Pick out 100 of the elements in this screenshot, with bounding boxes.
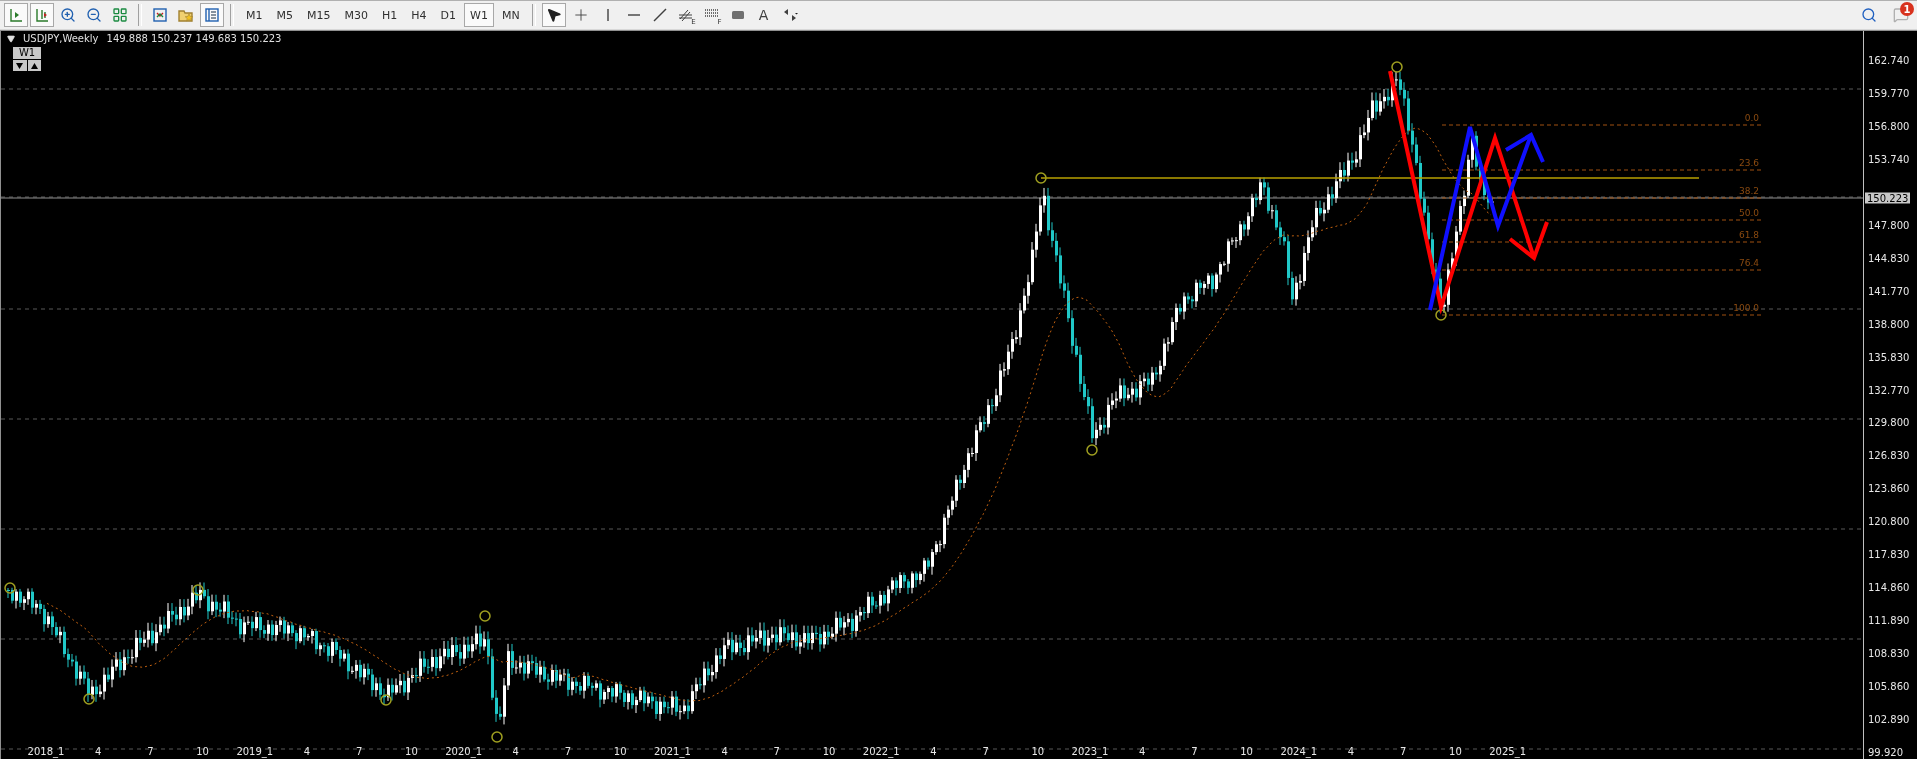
time-axis-label: 7 bbox=[1191, 746, 1198, 757]
navigator-button[interactable] bbox=[200, 3, 224, 27]
time-axis-label: 10 bbox=[405, 746, 418, 757]
down-triangle-icon bbox=[16, 62, 24, 69]
period-up-button[interactable] bbox=[27, 60, 41, 71]
vertical-line-icon bbox=[606, 9, 609, 21]
time-axis-label: 4 bbox=[1139, 746, 1146, 757]
timeframe-button[interactable]: MN bbox=[495, 3, 526, 27]
timeframe-button[interactable]: W1 bbox=[464, 3, 494, 27]
timeframe-button[interactable]: M1 bbox=[240, 3, 269, 27]
fibonacci-level-label: 100.0 bbox=[1733, 303, 1759, 313]
current-price-label: 150.223 bbox=[1865, 192, 1911, 204]
time-axis-label: 7 bbox=[564, 746, 572, 757]
chart-shift-button[interactable] bbox=[4, 3, 28, 27]
price-axis-label: 108.830 bbox=[1868, 647, 1910, 659]
timeframe-button[interactable]: M5 bbox=[270, 3, 299, 27]
timeframe-button[interactable]: M15 bbox=[301, 3, 337, 27]
indicators-icon bbox=[152, 7, 168, 23]
time-axis-label: 4 bbox=[930, 746, 937, 757]
navigator-icon bbox=[204, 7, 220, 23]
notification-badge: 1 bbox=[1900, 2, 1914, 16]
time-axis-label: 2021_1 bbox=[654, 746, 691, 757]
time-axis-label: 7 bbox=[982, 746, 989, 757]
time-axis-label: 4 bbox=[512, 746, 519, 757]
time-axis-label: 2024_1 bbox=[1280, 746, 1318, 757]
fibonacci-level-label: 23.6 bbox=[1738, 158, 1759, 168]
timeframe-button[interactable]: H1 bbox=[376, 3, 404, 27]
swing-point-marker bbox=[1086, 444, 1098, 456]
price-axis-label: 129.800 bbox=[1868, 416, 1910, 428]
tile-windows-icon bbox=[112, 7, 128, 23]
fibonacci-level-label: 38.2 bbox=[1738, 186, 1759, 196]
timeframe-button[interactable]: H4 bbox=[405, 3, 433, 27]
price-axis-label: 135.830 bbox=[1868, 351, 1910, 363]
time-axis-label: 4 bbox=[1347, 746, 1355, 757]
fibonacci-level-label: 61.8 bbox=[1738, 230, 1759, 240]
price-axis-label: 123.860 bbox=[1868, 482, 1910, 494]
swing-point-marker bbox=[192, 584, 204, 596]
swing-point-marker bbox=[83, 693, 95, 705]
autoscroll-button[interactable] bbox=[30, 3, 54, 27]
time-axis-label: 2023_1 bbox=[1071, 746, 1109, 757]
timeframe-button[interactable]: M30 bbox=[338, 3, 374, 27]
period-down-button[interactable] bbox=[13, 60, 27, 71]
time-axis-label: 10 bbox=[196, 746, 209, 757]
fibonacci-level-label: 0.0 bbox=[1744, 113, 1759, 123]
time-axis-label: 10 bbox=[822, 746, 836, 757]
folder-star-icon bbox=[178, 7, 194, 23]
time-axis-label: 7 bbox=[356, 746, 363, 757]
time-axis-label: 2022_1 bbox=[862, 746, 900, 757]
swing-point-marker bbox=[380, 694, 392, 706]
horizontal-line-icon bbox=[627, 14, 640, 16]
price-axis-label: 138.800 bbox=[1868, 318, 1910, 330]
text-tool-button[interactable]: A bbox=[751, 3, 776, 27]
price-axis-label: 162.740 bbox=[1868, 54, 1910, 66]
time-axis-label: 10 bbox=[1240, 746, 1253, 757]
time-axis-label: 7 bbox=[1400, 746, 1407, 757]
trendline-icon bbox=[651, 7, 668, 23]
price-axis-label: 141.770 bbox=[1868, 285, 1910, 297]
cursor-icon bbox=[545, 7, 562, 23]
symbol-title: USDJPY,Weekly bbox=[23, 33, 99, 44]
fibonacci-level-label: 50.0 bbox=[1738, 208, 1759, 218]
time-axis-label: 7 bbox=[773, 746, 780, 757]
time-axis-label: 2020_1 bbox=[445, 746, 482, 757]
ohlc-values: 149.888 150.237 149.683 150.223 bbox=[106, 33, 282, 44]
messages-button[interactable]: 1 bbox=[1889, 3, 1913, 27]
price-axis-label: 144.830 bbox=[1868, 252, 1910, 264]
price-axis-label: 156.800 bbox=[1868, 120, 1910, 132]
price-axis-label: 102.890 bbox=[1868, 713, 1910, 725]
period-label: W1 bbox=[13, 47, 41, 59]
time-axis-label: 2019_1 bbox=[236, 746, 274, 757]
price-axis-label: 105.860 bbox=[1868, 680, 1910, 692]
time-axis-label: 4 bbox=[721, 746, 728, 757]
time-axis-label: 2025_1 bbox=[1489, 746, 1526, 757]
price-axis-label: 159.770 bbox=[1868, 87, 1910, 99]
swing-point-marker bbox=[479, 610, 491, 622]
swing-point-marker bbox=[1035, 172, 1047, 184]
price-axis-label: 114.860 bbox=[1868, 581, 1910, 593]
swing-point-marker bbox=[4, 582, 16, 594]
fibonacci-channel-icon bbox=[677, 7, 694, 23]
up-triangle-icon bbox=[30, 62, 38, 69]
collapse-icon[interactable] bbox=[7, 34, 15, 43]
swing-point-marker bbox=[1435, 309, 1447, 321]
price-axis-label: 111.890 bbox=[1868, 614, 1910, 626]
time-axis-label: 10 bbox=[1031, 746, 1045, 757]
price-axis-label: 132.770 bbox=[1868, 384, 1910, 395]
swing-point-marker bbox=[1391, 61, 1403, 73]
zoom-in-icon bbox=[60, 7, 76, 23]
price-axis-label: 147.800 bbox=[1868, 219, 1910, 231]
price-axis-label: 153.740 bbox=[1868, 153, 1910, 165]
swing-point-marker bbox=[491, 731, 503, 743]
autoscroll-icon bbox=[34, 7, 50, 23]
price-axis-label: 126.830 bbox=[1868, 449, 1910, 461]
time-axis-label: 2018_1 bbox=[27, 746, 65, 757]
cursor-tool-button[interactable] bbox=[541, 3, 566, 27]
time-axis-label: 10 bbox=[1449, 746, 1462, 757]
price-axis-label: 120.800 bbox=[1868, 515, 1910, 527]
chart-shift-icon bbox=[8, 7, 24, 23]
time-axis-label: 10 bbox=[613, 746, 627, 757]
timeframe-button[interactable]: D1 bbox=[434, 3, 463, 27]
price-axis-label: 117.830 bbox=[1868, 548, 1910, 560]
time-axis-label: 4 bbox=[95, 746, 102, 757]
